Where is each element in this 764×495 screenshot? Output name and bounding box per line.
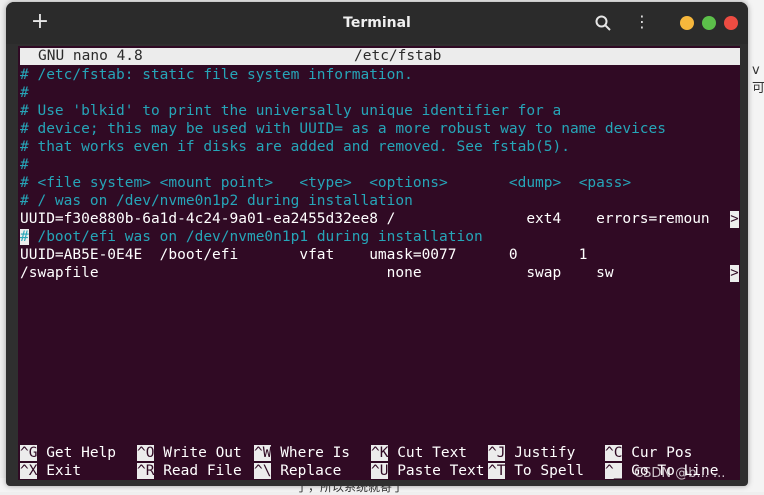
shortcut-label: Replace: [280, 463, 342, 479]
shortcut-key: ^J: [488, 445, 506, 461]
shortcut-paste-text[interactable]: ^U Paste Text: [371, 462, 485, 480]
file-line: # /etc/fstab: static file system informa…: [20, 67, 413, 83]
shortcut-label: Cur Pos: [631, 445, 693, 461]
shortcut-to-spell[interactable]: ^T To Spell: [488, 462, 584, 480]
maximize-button[interactable]: [702, 16, 716, 30]
shortcut-key: ^T: [488, 463, 506, 479]
shortcut-key: ^R: [137, 463, 155, 479]
file-line: #: [20, 85, 29, 101]
shortcut-key: ^W: [254, 445, 272, 461]
file-line: # / was on /dev/nvme0n1p2 during install…: [20, 193, 413, 209]
menu-icon[interactable]: ⋮: [630, 12, 654, 32]
shortcut-label: Where Is: [280, 445, 351, 461]
file-line: #: [20, 157, 29, 173]
shortcut-read-file[interactable]: ^R Read File: [137, 462, 242, 480]
nano-header-bar: GNU nano 4.8 /etc/fstab: [20, 48, 740, 65]
shortcut-justify[interactable]: ^J Justify: [488, 444, 575, 462]
search-icon[interactable]: [594, 14, 612, 32]
shortcut-key: ^_: [605, 463, 623, 479]
shortcut-key: ^\: [254, 463, 272, 479]
nano-filename: /etc/fstab: [354, 48, 442, 64]
line-overflow-marker: >: [730, 211, 739, 228]
close-button[interactable]: [724, 16, 738, 30]
file-line: # device; this may be used with UUID= as…: [20, 121, 667, 137]
file-line-current: # /boot/efi was on /dev/nvme0n1p1 during…: [20, 228, 483, 246]
shortcut-replace[interactable]: ^\ Replace: [254, 462, 341, 480]
title-bar: + Terminal ⋮: [6, 2, 748, 44]
shortcut-key: ^O: [137, 445, 155, 461]
shortcut-key: ^K: [371, 445, 389, 461]
shortcut-write-out[interactable]: ^O Write Out: [137, 444, 242, 462]
shortcut-label: Paste Text: [397, 463, 485, 479]
nano-version: GNU nano 4.8: [38, 48, 143, 64]
shortcut-cur-pos[interactable]: ^C Cur Pos: [605, 444, 692, 462]
shortcut-get-help[interactable]: ^G Get Help: [20, 444, 116, 462]
shortcut-label: To Spell: [514, 463, 585, 479]
shortcut-exit[interactable]: ^X Exit: [20, 462, 81, 480]
line-overflow-marker: >: [730, 265, 739, 282]
shortcut-cut-text[interactable]: ^K Cut Text: [371, 444, 467, 462]
csdn-watermark: CSDN @b... ...: [634, 466, 726, 481]
file-line: # <file system> <mount point> <type> <op…: [20, 175, 632, 191]
shortcut-label: Cut Text: [397, 445, 468, 461]
shortcut-key: ^G: [20, 445, 38, 461]
shortcut-key: ^C: [605, 445, 623, 461]
file-line: /swapfile none swap sw: [20, 265, 614, 281]
file-line: # Use 'blkid' to print the universally u…: [20, 103, 562, 119]
file-line-text: /boot/efi was on /dev/nvme0n1p1 during i…: [28, 229, 483, 245]
shortcut-where-is[interactable]: ^W Where Is: [254, 444, 350, 462]
file-line: UUID=f30e880b-6a1d-4c24-9a01-ea2455d32ee…: [20, 211, 710, 227]
file-line: # that works even if disks are added and…: [20, 139, 570, 155]
shortcut-key: ^X: [20, 463, 38, 479]
terminal-window: + Terminal ⋮ GNU nano 4.8 /etc/fstab # /…: [6, 2, 748, 486]
minimize-button[interactable]: [680, 16, 694, 30]
shortcut-key: ^U: [371, 463, 389, 479]
file-line: UUID=AB5E-0E4E /boot/efi vfat umask=0077…: [20, 247, 588, 263]
shortcut-label: Exit: [46, 463, 82, 479]
text-cursor: #: [20, 229, 29, 245]
shortcut-label: Justify: [514, 445, 576, 461]
shortcut-label: Write Out: [163, 445, 242, 461]
background-article-fragment: v 可: [752, 63, 764, 96]
shortcut-label: Get Help: [46, 445, 117, 461]
shortcut-label: Read File: [163, 463, 242, 479]
terminal-content[interactable]: GNU nano 4.8 /etc/fstab # /etc/fstab: st…: [18, 46, 740, 480]
